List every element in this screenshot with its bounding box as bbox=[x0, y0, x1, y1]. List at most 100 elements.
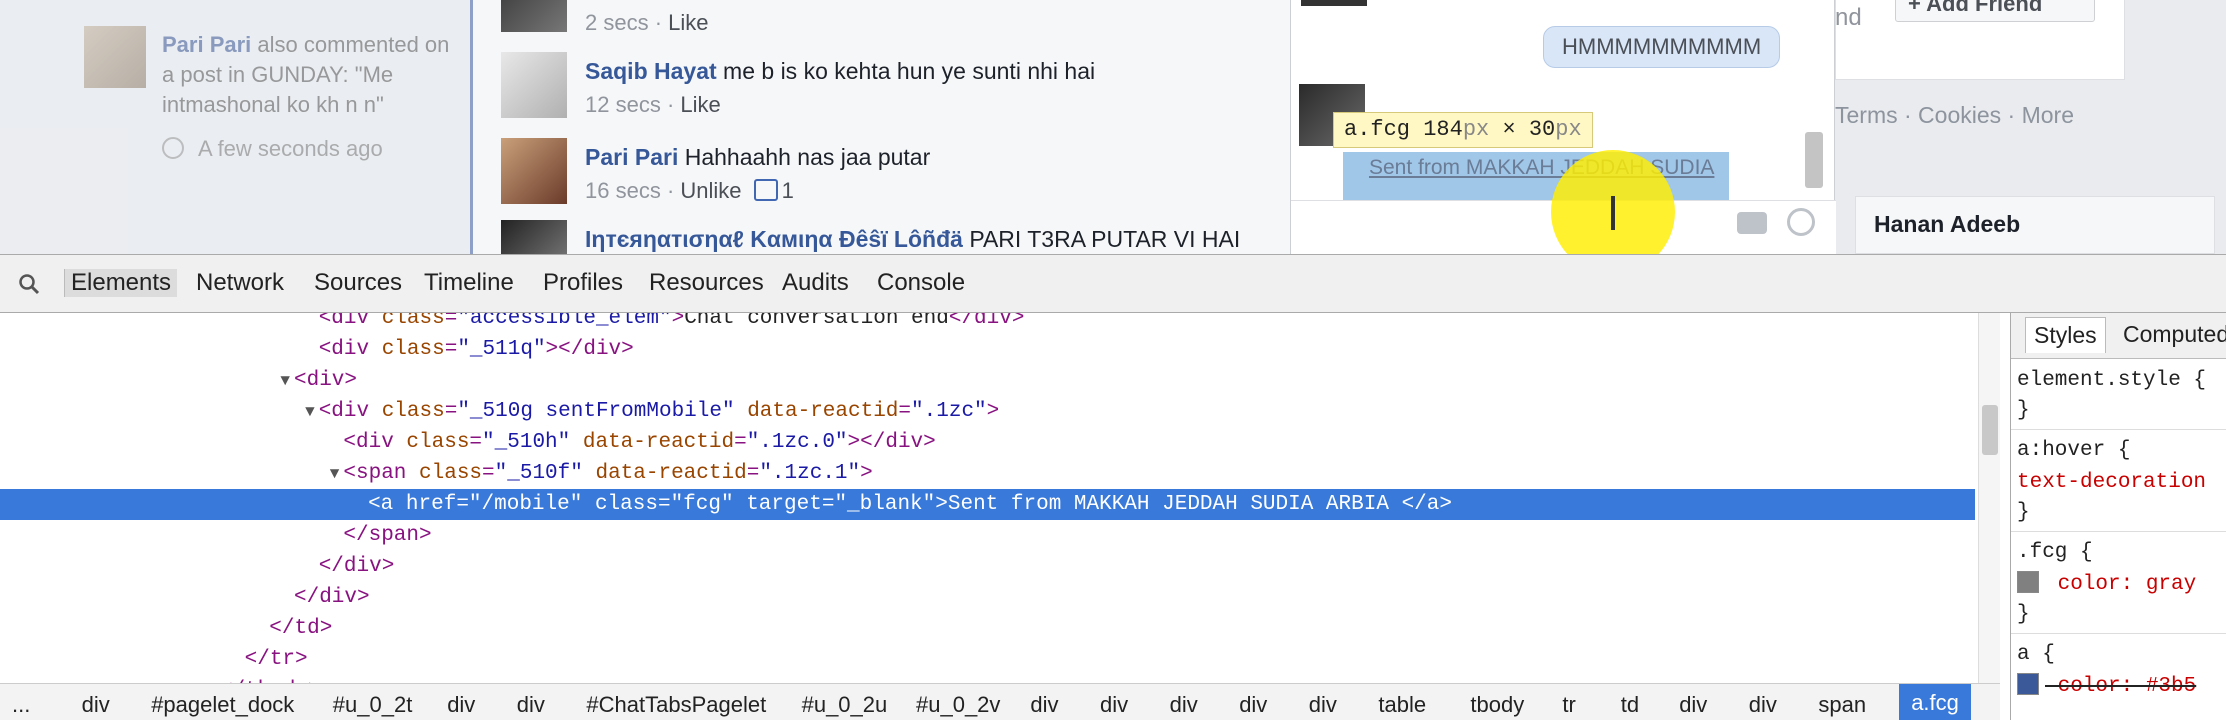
comment-author[interactable]: Ɩηтєяηαтισηαℓ Kαмιηα Đêŝï Lôñđä bbox=[585, 226, 963, 252]
friend-chat-tab[interactable]: Hanan Adeeb bbox=[1855, 196, 2215, 254]
comment-meta: 12 secs · Like bbox=[585, 92, 721, 117]
tab-computed[interactable]: Computed bbox=[2123, 321, 2226, 348]
dom-node[interactable]: </div> bbox=[0, 551, 1975, 582]
dom-node[interactable]: ▼ <div class="_510g sentFromMobile" data-… bbox=[0, 396, 1975, 427]
breadcrumb-item[interactable]: #u_0_2u bbox=[802, 692, 888, 718]
search-icon[interactable] bbox=[18, 273, 40, 295]
dom-node[interactable]: </td> bbox=[0, 613, 1975, 644]
comment-body: Saqib Hayat me b is ko kehta hun ye sunt… bbox=[585, 54, 1285, 88]
commenter-avatar[interactable] bbox=[501, 0, 567, 32]
breadcrumb-item[interactable]: tr bbox=[1562, 692, 1575, 718]
dom-node[interactable]: <div class="_511q"></div> bbox=[0, 334, 1975, 365]
chat-window: HMMMMMMMMMM Sent from MAKKAH JEDDAH SUDI… bbox=[1290, 0, 1836, 254]
breadcrumb-item[interactable]: div bbox=[1239, 692, 1267, 718]
expand-triangle-icon[interactable]: ▼ bbox=[280, 372, 290, 390]
commenter-avatar[interactable] bbox=[501, 138, 567, 204]
color-swatch[interactable] bbox=[2017, 673, 2039, 695]
style-property-overridden[interactable]: color: #3b5 bbox=[2017, 671, 2196, 703]
like-count[interactable]: 1 bbox=[782, 178, 794, 203]
style-rule[interactable]: a:hover { bbox=[2017, 435, 2130, 467]
notification-avatar bbox=[84, 26, 146, 88]
notification-author[interactable]: Pari Pari bbox=[162, 32, 251, 57]
breadcrumb-item[interactable]: table bbox=[1378, 692, 1426, 718]
breadcrumb-item[interactable]: #u_0_2v bbox=[916, 692, 1000, 718]
style-rule-end: } bbox=[2017, 603, 2030, 626]
breadcrumb-item[interactable]: div bbox=[1170, 692, 1198, 718]
comment-body: Ɩηтєяηαтισηαℓ Kαмιηα Đêŝï Lôñđä PARI T3R… bbox=[585, 222, 1285, 254]
comment-author[interactable]: Saqib Hayat bbox=[585, 58, 717, 84]
chat-scrollbar[interactable] bbox=[1805, 132, 1823, 188]
style-rule-end: } bbox=[2017, 501, 2030, 524]
dom-node-selected[interactable]: <a href="/mobile" class="fcg" target="_b… bbox=[0, 489, 1975, 520]
tab-sources[interactable]: Sources bbox=[314, 269, 402, 297]
tab-console[interactable]: Console bbox=[877, 269, 965, 297]
color-swatch[interactable] bbox=[2017, 571, 2039, 593]
like-link[interactable]: Like bbox=[668, 10, 708, 35]
dom-node[interactable]: </tbody> bbox=[0, 675, 1975, 683]
dom-node[interactable]: </span> bbox=[0, 520, 1975, 551]
breadcrumb-item[interactable]: div bbox=[1679, 692, 1707, 718]
tab-resources[interactable]: Resources bbox=[649, 269, 764, 297]
breadcrumb-item[interactable]: #pagelet_dock bbox=[151, 692, 294, 718]
camera-icon[interactable] bbox=[1737, 212, 1767, 234]
tab-profiles[interactable]: Profiles bbox=[543, 269, 623, 297]
dom-node[interactable]: ▼ <span class="_510f" data-reactid=".1zc.… bbox=[0, 458, 1975, 489]
partial-text: nd bbox=[1835, 4, 1862, 31]
breadcrumb-item-selected[interactable]: a.fcg bbox=[1899, 684, 1971, 720]
breadcrumb: ... div #pagelet_dock #u_0_2t div div #ChatTab… bbox=[0, 683, 2000, 720]
dom-node[interactable]: </div> bbox=[0, 582, 1975, 613]
dom-node[interactable]: <div class="accessible_elem">Chat conver… bbox=[0, 313, 1975, 334]
chat-message-bubble: HMMMMMMMMMM bbox=[1543, 26, 1781, 68]
style-rule[interactable]: a { bbox=[2017, 639, 2055, 671]
commenter-avatar[interactable] bbox=[501, 220, 567, 254]
unlike-link[interactable]: Unlike bbox=[680, 178, 741, 203]
style-rule[interactable]: .fcg { bbox=[2017, 537, 2093, 569]
expand-triangle-icon[interactable]: ▼ bbox=[330, 465, 340, 483]
style-property[interactable]: text-decoration bbox=[2017, 467, 2206, 499]
comment-meta: 2 secs · Like bbox=[585, 10, 709, 35]
breadcrumb-item[interactable]: div bbox=[1100, 692, 1128, 718]
style-rule[interactable]: element.style { bbox=[2017, 365, 2206, 397]
breadcrumb-item[interactable]: div bbox=[1030, 692, 1058, 718]
dom-node[interactable]: </tr> bbox=[0, 644, 1975, 675]
devtools-panel: Elements Network Sources Timeline Profil… bbox=[0, 254, 2226, 720]
tab-network[interactable]: Network bbox=[196, 269, 284, 297]
expand-triangle-icon[interactable]: ▼ bbox=[305, 403, 315, 421]
style-rule-end: } bbox=[2017, 399, 2030, 422]
facebook-page: Pari Pari also commented on a post in GU… bbox=[0, 0, 2226, 254]
breadcrumb-item[interactable]: div bbox=[1749, 692, 1777, 718]
tab-audits[interactable]: Audits bbox=[782, 269, 849, 297]
comment-text: me b is ko kehta hun ye sunti nhi hai bbox=[723, 58, 1096, 84]
comment-body: Pari Pari Hahhaahh nas jaa putar bbox=[585, 140, 1285, 174]
footer-links[interactable]: Terms · Cookies · More bbox=[1835, 102, 2074, 129]
dom-scrollbar[interactable] bbox=[1978, 313, 2000, 683]
commenter-avatar[interactable] bbox=[501, 52, 567, 118]
comment-meta: 16 secs · Unlike 1 bbox=[585, 178, 794, 203]
dom-node[interactable]: ▼ <div> bbox=[0, 365, 1975, 396]
dom-node[interactable]: <div class="_510h" data-reactid=".1zc.0"… bbox=[0, 427, 1975, 458]
tab-elements[interactable]: Elements bbox=[64, 269, 178, 297]
text-cursor-icon bbox=[1611, 196, 1615, 230]
notification-text: Pari Pari also commented on a post in GU… bbox=[162, 30, 462, 120]
breadcrumb-item[interactable]: div bbox=[1309, 692, 1337, 718]
right-column: nd + Add Friend Terms · Cookies · More H… bbox=[1835, 0, 2226, 254]
breadcrumb-item[interactable]: ... bbox=[12, 692, 30, 718]
style-property[interactable]: color: gray bbox=[2017, 569, 2196, 601]
breadcrumb-item[interactable]: div bbox=[517, 692, 545, 718]
add-friend-button[interactable]: + Add Friend bbox=[1895, 0, 2095, 22]
emoji-icon[interactable] bbox=[1787, 208, 1815, 236]
breadcrumb-item[interactable]: #u_0_2t bbox=[333, 692, 413, 718]
tab-timeline[interactable]: Timeline bbox=[424, 269, 514, 297]
breadcrumb-item[interactable]: div bbox=[82, 692, 110, 718]
comment-text: Hahhaahh nas jaa putar bbox=[684, 144, 931, 170]
breadcrumb-item[interactable]: span bbox=[1818, 692, 1866, 718]
breadcrumb-item[interactable]: td bbox=[1621, 692, 1639, 718]
like-link[interactable]: Like bbox=[680, 92, 720, 117]
breadcrumb-item[interactable]: tbody bbox=[1470, 692, 1524, 718]
notification-item[interactable]: Pari Pari also commented on a post in GU… bbox=[0, 0, 470, 254]
comment-author[interactable]: Pari Pari bbox=[585, 144, 678, 170]
globe-icon bbox=[162, 137, 184, 159]
tab-styles[interactable]: Styles bbox=[2025, 317, 2106, 353]
breadcrumb-item[interactable]: div bbox=[447, 692, 475, 718]
breadcrumb-item[interactable]: #ChatTabsPagelet bbox=[586, 692, 766, 718]
